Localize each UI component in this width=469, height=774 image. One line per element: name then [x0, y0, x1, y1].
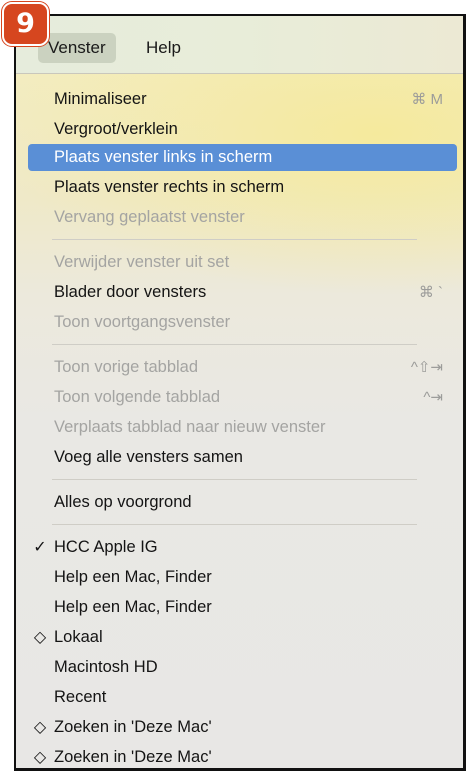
menubar-venster[interactable]: Venster — [38, 33, 116, 63]
menu-item-label: Voeg alle vensters samen — [54, 448, 243, 466]
window-item-help-een-mac-finder[interactable]: Help een Mac, Finder — [28, 564, 457, 591]
menu-item-label: Toon vorige tabblad — [54, 358, 199, 376]
menu-item-vorige-tabblad: Toon vorige tabblad ^⇧⇥ — [28, 354, 457, 381]
window-item-label: Macintosh HD — [54, 658, 158, 676]
menu-item-label: Plaats venster rechts in scherm — [54, 178, 285, 196]
window-item-label: Help een Mac, Finder — [54, 568, 212, 586]
window-item-label: Zoeken in 'Deze Mac' — [54, 718, 212, 736]
menu-separator — [52, 524, 417, 525]
menu-item-blader-door-vensters[interactable]: Blader door vensters ⌘ ` — [28, 279, 457, 306]
step-number-badge: 9 — [2, 2, 49, 46]
menu-item-label: Toon voortgangsvenster — [54, 313, 231, 331]
menu-item-vervang-geplaatst: Vervang geplaatst venster — [28, 204, 457, 231]
diamond-icon: ◇ — [33, 719, 47, 736]
checkmark-icon: ✓ — [33, 539, 47, 556]
window-item-label: Help een Mac, Finder — [54, 598, 212, 616]
menu-screenshot-frame: Venster Help Minimaliseer ⌘ M Vergroot/v… — [14, 14, 466, 771]
window-item-macintosh-hd[interactable]: Macintosh HD — [28, 654, 457, 681]
menu-item-alles-op-voorgrond[interactable]: Alles op voorgrond — [28, 489, 457, 516]
menu-item-verplaats-tabblad: Verplaats tabblad naar nieuw venster — [28, 414, 457, 441]
menu-separator — [52, 344, 417, 345]
shortcut-label: ⌘ M — [411, 91, 443, 108]
menu-item-vergroot-verklein[interactable]: Vergroot/verklein — [28, 116, 457, 143]
shortcut-label: ^⇥ — [423, 389, 443, 406]
window-item-zoeken-deze-mac[interactable]: ◇ Zoeken in 'Deze Mac' — [28, 744, 457, 768]
menu-item-label: Vergroot/verklein — [54, 120, 178, 138]
window-item-label: Zoeken in 'Deze Mac' — [54, 748, 212, 766]
shortcut-label: ⌘ ` — [418, 284, 443, 301]
menu-separator — [52, 479, 417, 480]
menu-item-label: Verwijder venster uit set — [54, 253, 230, 271]
menu-item-label: Blader door vensters — [54, 283, 207, 301]
menu-item-volgende-tabblad: Toon volgende tabblad ^⇥ — [28, 384, 457, 411]
menu-item-label: Toon volgende tabblad — [54, 388, 221, 406]
window-item-hcc-apple-ig[interactable]: ✓ HCC Apple IG — [28, 534, 457, 561]
window-item-label: Lokaal — [54, 628, 103, 646]
menu-item-voeg-vensters-samen[interactable]: Voeg alle vensters samen — [28, 444, 457, 471]
window-item-label: Recent — [54, 688, 107, 706]
menu-item-minimaliseer[interactable]: Minimaliseer ⌘ M — [28, 86, 457, 113]
menu-item-label: Vervang geplaatst venster — [54, 208, 245, 226]
menu-bar: Venster Help — [16, 16, 463, 73]
menu-item-plaats-rechts[interactable]: Plaats venster rechts in scherm — [28, 174, 457, 201]
menu-item-verwijder-uit-set: Verwijder venster uit set — [28, 249, 457, 276]
diamond-icon: ◇ — [33, 749, 47, 766]
window-item-zoeken-deze-mac[interactable]: ◇ Zoeken in 'Deze Mac' — [28, 714, 457, 741]
menu-item-label: Minimaliseer — [54, 90, 147, 108]
menu-item-label: Verplaats tabblad naar nieuw venster — [54, 418, 326, 436]
window-item-recent[interactable]: Recent — [28, 684, 457, 711]
window-item-lokaal[interactable]: ◇ Lokaal — [28, 624, 457, 651]
diamond-icon: ◇ — [33, 629, 47, 646]
menu-item-plaats-links[interactable]: Plaats venster links in scherm — [28, 144, 457, 171]
menu-item-label: Alles op voorgrond — [54, 493, 192, 511]
window-item-label: HCC Apple IG — [54, 538, 158, 556]
menu-separator — [52, 239, 417, 240]
shortcut-label: ^⇧⇥ — [410, 359, 443, 376]
menu-item-label: Plaats venster links in scherm — [54, 148, 273, 166]
menubar-help[interactable]: Help — [136, 33, 191, 63]
venster-dropdown-menu: Minimaliseer ⌘ M Vergroot/verklein Plaat… — [16, 73, 463, 768]
window-item-help-een-mac-finder[interactable]: Help een Mac, Finder — [28, 594, 457, 621]
menu-item-toon-voortgang: Toon voortgangsvenster — [28, 309, 457, 336]
